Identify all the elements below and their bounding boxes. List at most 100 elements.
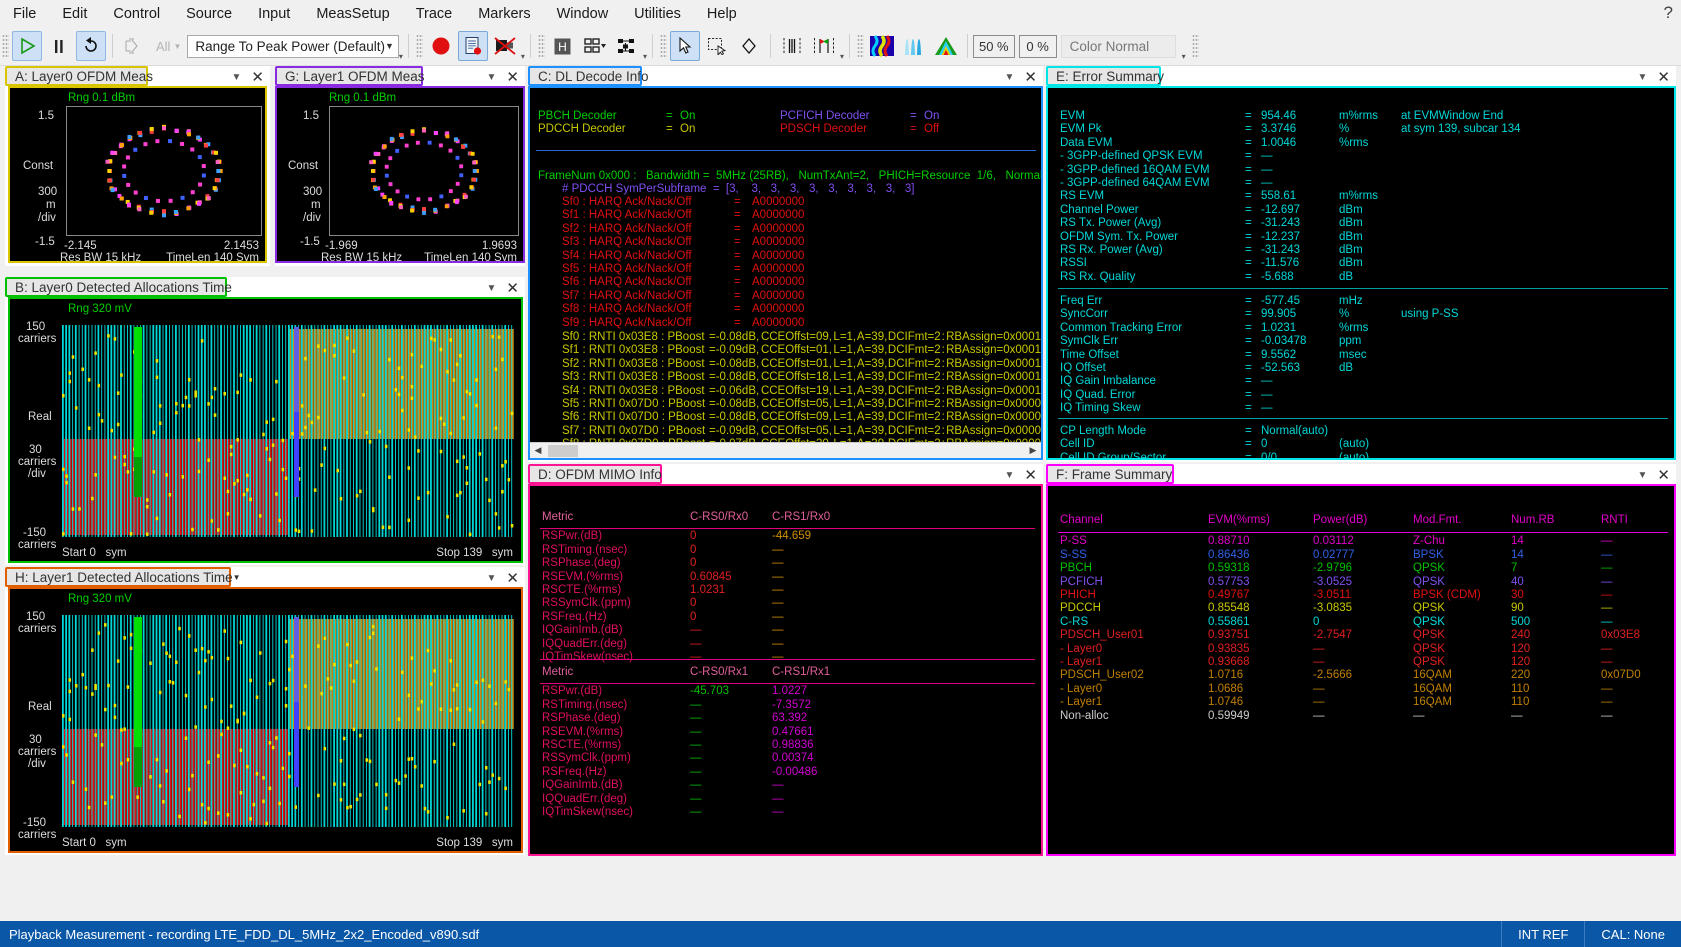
overflow-arrow-5[interactable]: ▾ bbox=[1182, 52, 1186, 61]
status-cal-indicator[interactable]: CAL: None bbox=[1584, 921, 1681, 947]
panel-g-plot[interactable]: Rng 0.1 dBm 1.5 Const 300 m /div -1.5 -1… bbox=[275, 86, 525, 263]
panel-c-close-icon[interactable]: ✕ bbox=[1024, 70, 1037, 85]
panel-f-content[interactable]: ChannelEVM(%rms)Power(dB)Mod.Fmt.Num.RBR… bbox=[1046, 484, 1676, 856]
frame-modfmt: QPSK bbox=[1413, 643, 1511, 656]
panel-d-title-tab[interactable]: D: OFDM MIMO Info bbox=[528, 464, 662, 484]
menu-control[interactable]: Control bbox=[100, 3, 173, 25]
menu-trace[interactable]: Trace bbox=[403, 3, 466, 25]
panel-e-close-icon[interactable]: ✕ bbox=[1657, 70, 1670, 85]
panel-d-collapse-icon[interactable]: ▼ bbox=[1005, 470, 1015, 481]
menu-utilities[interactable]: Utilities bbox=[621, 3, 694, 25]
toolbar-grip-2[interactable] bbox=[416, 34, 423, 58]
overflow-arrow-4[interactable]: ▾ bbox=[840, 52, 844, 61]
status-ref-indicator[interactable]: INT REF bbox=[1501, 921, 1584, 947]
table-row: RSEVM.(%rms)0.60845— bbox=[542, 571, 830, 584]
panel-h-title-chevron-icon[interactable]: ▼ bbox=[233, 573, 241, 582]
panel-a-collapse-icon[interactable]: ▼ bbox=[232, 72, 242, 83]
mimo-value-col0: — bbox=[690, 806, 772, 819]
persistence-percent-field[interactable]: 50 % bbox=[973, 35, 1015, 58]
record-button[interactable] bbox=[426, 31, 456, 61]
restart-button[interactable] bbox=[76, 31, 106, 61]
frame-numrb: 120 bbox=[1511, 656, 1601, 669]
panel-d-close-icon[interactable]: ✕ bbox=[1024, 468, 1037, 483]
scroll-thumb[interactable] bbox=[548, 445, 578, 457]
panel-c-content[interactable]: PBCH Decoder = On PCFICH Decoder = On PD… bbox=[528, 86, 1043, 460]
waterfall-button[interactable] bbox=[899, 31, 929, 61]
harq-label: Sf9 : HARQ Ack/Nack/Off bbox=[562, 317, 734, 330]
menu-file[interactable]: File bbox=[0, 3, 49, 25]
toolbar-grip-3[interactable] bbox=[538, 34, 545, 58]
range-combo[interactable]: Range To Peak Power (Default) ▼ bbox=[187, 35, 399, 58]
panel-c-collapse-icon[interactable]: ▼ bbox=[1005, 72, 1015, 83]
scroll-left-icon[interactable]: ◀ bbox=[530, 443, 546, 459]
vertical-bars-button[interactable] bbox=[777, 31, 807, 61]
panel-c-horizontal-scrollbar[interactable]: ◀ ▶ bbox=[530, 442, 1041, 458]
frame-evm: 0.93751 bbox=[1208, 629, 1313, 642]
hardware-button[interactable]: H bbox=[548, 31, 578, 61]
color-mode-field[interactable]: Color Normal bbox=[1061, 35, 1176, 58]
panel-h-collapse-icon[interactable]: ▼ bbox=[487, 573, 497, 584]
panel-b-y-axis-label: Real bbox=[28, 411, 52, 423]
recording-disabled-button[interactable] bbox=[490, 31, 520, 61]
panel-b-plot[interactable]: Rng 320 mV 150 carriers Real 30 carriers… bbox=[8, 297, 523, 563]
rnti-table: Sf0 : RNTI 0x03E8 : PBoost=-0.08dB,CCEOf… bbox=[562, 331, 1041, 460]
panel-b-close-icon[interactable]: ✕ bbox=[506, 281, 519, 296]
harq-eq: = bbox=[734, 317, 752, 330]
menu-source[interactable]: Source bbox=[173, 3, 245, 25]
toolbar-grip-4[interactable] bbox=[660, 34, 667, 58]
harq-value: A0000000 bbox=[752, 276, 804, 289]
grid-layout-button[interactable] bbox=[580, 31, 610, 61]
panel-c-title-tab[interactable]: C: DL Decode Info bbox=[528, 66, 642, 86]
pointer-tool-button[interactable] bbox=[670, 31, 700, 61]
panel-a-plot[interactable]: Rng 0.1 dBm 1.5 Const 300 m /div -1.5 -2… bbox=[8, 86, 267, 263]
trace-nodes-button[interactable] bbox=[612, 31, 642, 61]
overflow-arrow-2[interactable]: ▾ bbox=[521, 52, 525, 61]
panel-b-collapse-icon[interactable]: ▼ bbox=[487, 283, 497, 294]
report-button[interactable] bbox=[458, 31, 488, 61]
menu-help[interactable]: Help bbox=[694, 3, 750, 25]
panel-f-close-icon[interactable]: ✕ bbox=[1657, 468, 1670, 483]
panel-a-title-tab[interactable]: A: Layer0 OFDM Meas bbox=[5, 66, 148, 86]
marker-diamond-button[interactable] bbox=[734, 31, 764, 61]
panel-e-content[interactable]: EVM=954.46m%rmsat EVMWindow EndEVM Pk=3.… bbox=[1046, 86, 1676, 460]
mimo-metric: RSEVM.(%rms) bbox=[542, 726, 690, 739]
panel-a-close-icon[interactable]: ✕ bbox=[251, 70, 264, 85]
panel-d-content[interactable]: MetricC-RS0/Rx0C-RS1/Rx0RSPwr.(dB)0-44.6… bbox=[528, 484, 1043, 856]
toolbar-grip-5[interactable] bbox=[857, 34, 864, 58]
panel-g-collapse-icon[interactable]: ▼ bbox=[487, 72, 497, 83]
panel-b-title-tab[interactable]: B: Layer0 Detected Allocations Time bbox=[5, 277, 227, 297]
panel-e-title-tab[interactable]: E: Error Summary bbox=[1046, 66, 1161, 86]
panel-f-collapse-icon[interactable]: ▼ bbox=[1638, 470, 1648, 481]
gate-flags-button[interactable] bbox=[809, 31, 839, 61]
floor-percent-field[interactable]: 0 % bbox=[1019, 35, 1057, 58]
overflow-arrow-3[interactable]: ▾ bbox=[643, 52, 647, 61]
menu-markers[interactable]: Markers bbox=[465, 3, 543, 25]
menu-window[interactable]: Window bbox=[544, 3, 622, 25]
play-button[interactable] bbox=[12, 31, 42, 61]
menu-meassetup[interactable]: MeasSetup bbox=[303, 3, 402, 25]
toolbar-grip-6[interactable] bbox=[1192, 34, 1199, 58]
autoscale-icon[interactable] bbox=[119, 31, 149, 61]
spectrogram-button[interactable] bbox=[867, 31, 897, 61]
panel-g-close-icon[interactable]: ✕ bbox=[506, 70, 519, 85]
menu-input[interactable]: Input bbox=[245, 3, 303, 25]
panel-e-collapse-icon[interactable]: ▼ bbox=[1638, 72, 1648, 83]
panel-dl-decode-info: ▼ ✕ C: DL Decode Info PBCH Decoder = On … bbox=[528, 66, 1043, 462]
panel-h-close-icon[interactable]: ✕ bbox=[506, 571, 519, 586]
menu-edit[interactable]: Edit bbox=[49, 3, 100, 25]
panel-f-title-tab[interactable]: F: Frame Summary bbox=[1046, 464, 1174, 484]
all-scope-label[interactable]: All ▼ bbox=[151, 31, 186, 61]
pause-button[interactable] bbox=[44, 31, 74, 61]
overflow-arrow-1[interactable]: ▾ bbox=[399, 52, 403, 61]
panel-h-plot[interactable]: Rng 320 mV 150 carriers Real 30 carriers… bbox=[8, 587, 523, 853]
marquee-select-button[interactable] bbox=[702, 31, 732, 61]
table-row: Common Tracking Error=1.0231%rms bbox=[1060, 322, 1459, 335]
panel-h-title-tab[interactable]: H: Layer1 Detected Allocations Time ▼ bbox=[5, 567, 231, 587]
help-question-icon[interactable]: ? bbox=[1664, 3, 1673, 23]
density-triangle-button[interactable] bbox=[931, 31, 961, 61]
menu-bar: File Edit Control Source Input MeasSetup… bbox=[0, 0, 1681, 27]
toolbar-grip[interactable] bbox=[2, 34, 9, 58]
error-unit: %rms bbox=[1339, 137, 1401, 150]
scroll-right-icon[interactable]: ▶ bbox=[1025, 443, 1041, 459]
panel-g-title-tab[interactable]: G: Layer1 OFDM Meas bbox=[275, 66, 423, 86]
